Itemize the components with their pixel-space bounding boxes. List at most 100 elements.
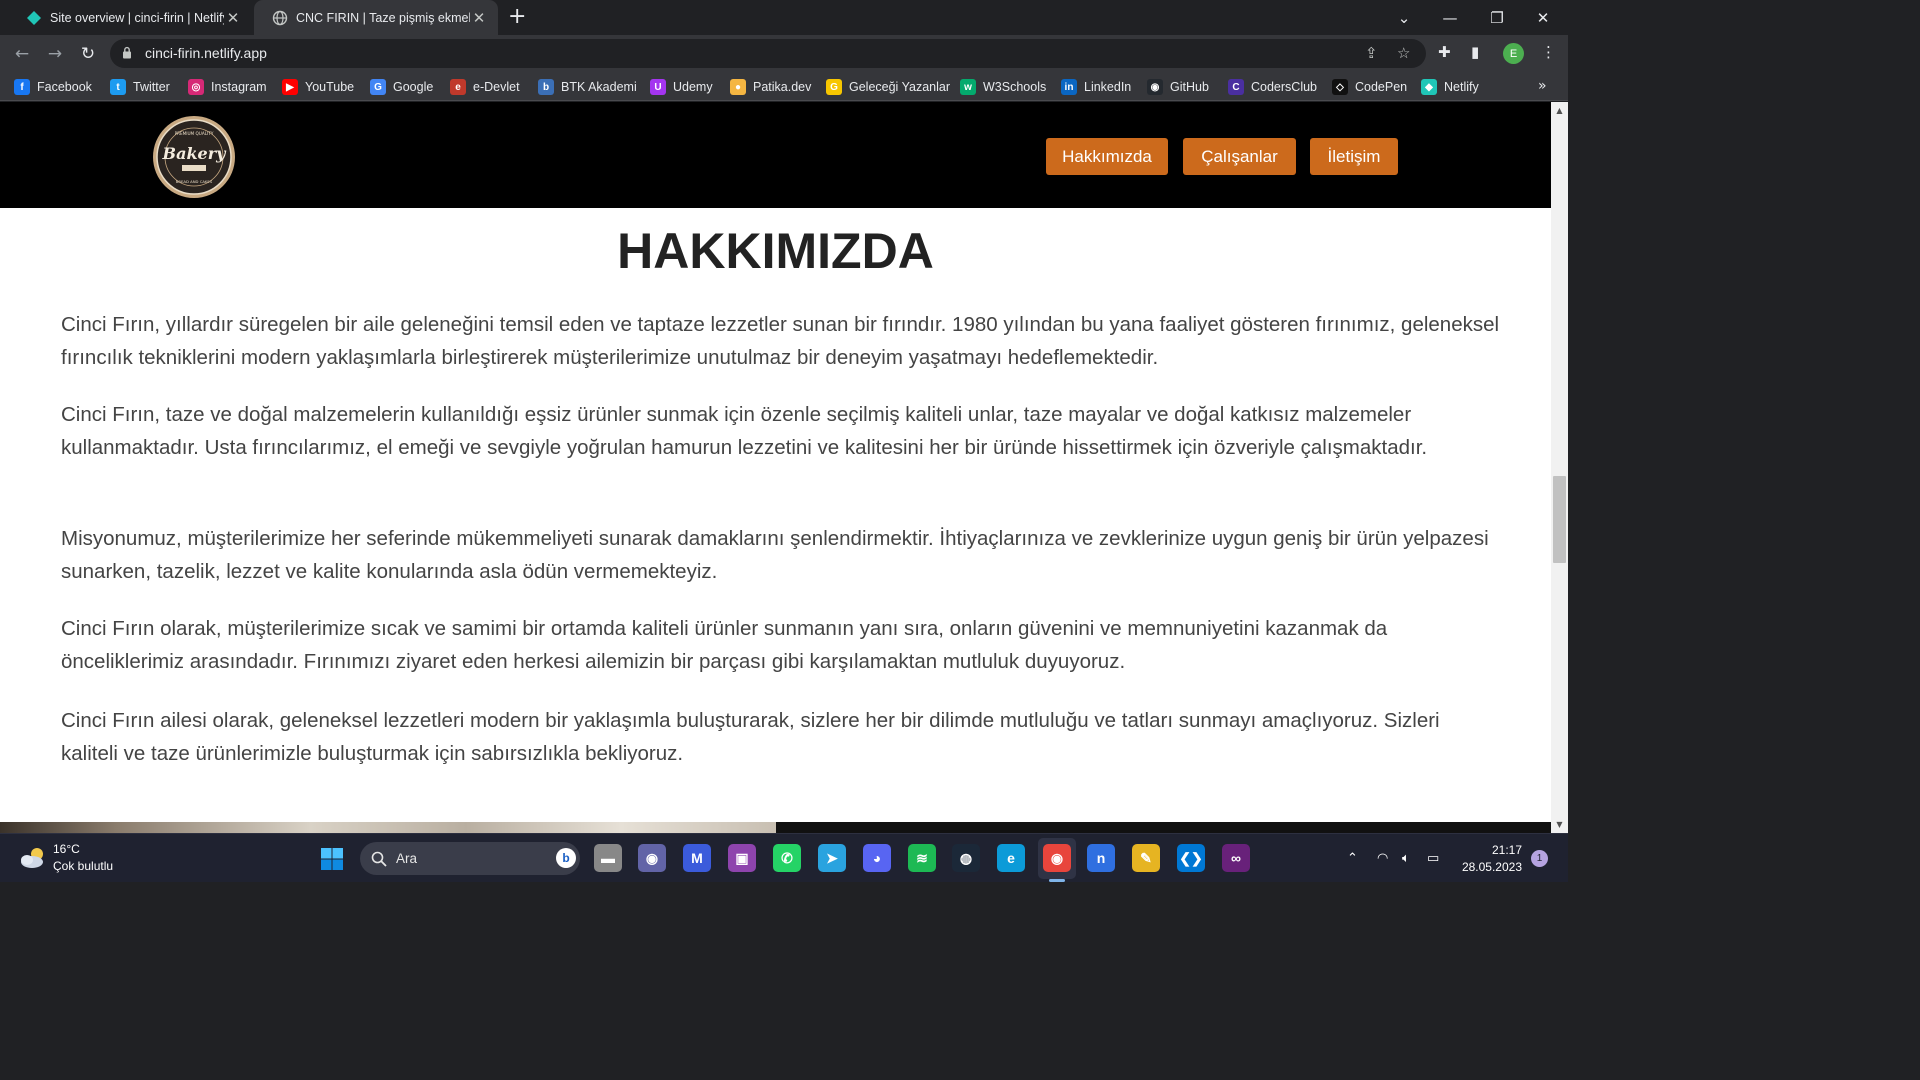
address-bar[interactable]: cinci-firin.netlify.app ⇪ ☆ bbox=[110, 39, 1426, 68]
file-explorer-icon[interactable]: ▬ bbox=[594, 844, 622, 872]
bookmark-label: Twitter bbox=[133, 80, 170, 94]
patika-icon: ● bbox=[730, 79, 746, 95]
close-tab-icon[interactable]: ✕ bbox=[470, 9, 488, 27]
about-paragraph-2: Cinci Fırın, taze ve doğal malzemelerin … bbox=[61, 403, 1428, 459]
share-icon[interactable]: ⇪ bbox=[1365, 44, 1378, 62]
chrome-icon[interactable]: ◉ bbox=[1043, 844, 1071, 872]
bookmark-label: W3Schools bbox=[983, 80, 1047, 94]
bookmark-label: Google bbox=[393, 80, 434, 94]
bookmark-patika-dev[interactable]: ● Patika.dev bbox=[730, 78, 811, 96]
bakery-logo[interactable]: PREMIUM QUALITY Bakery BREAD AND CAKES bbox=[152, 115, 236, 199]
paint-icon[interactable]: ✎ bbox=[1132, 844, 1160, 872]
bookmark-btk-akademi[interactable]: b BTK Akademi bbox=[538, 78, 637, 96]
restore-icon[interactable]: ❐ bbox=[1474, 0, 1520, 35]
weather-temperature[interactable]: 16°C bbox=[53, 842, 80, 856]
bookmark-geleceği-yazanlar[interactable]: G Geleceği Yazanlar bbox=[826, 78, 950, 96]
nav-iletisim-button[interactable]: İletişim bbox=[1310, 138, 1398, 175]
more-bookmarks-icon[interactable]: » bbox=[1538, 78, 1547, 94]
clock[interactable]: 21:17 28.05.2023 bbox=[1460, 842, 1522, 876]
codersclub-icon: C bbox=[1228, 79, 1244, 95]
browser-toolbar: ← → ↻ cinci-firin.netlify.app ⇪ ☆ ✚ ▮ E … bbox=[0, 35, 1568, 72]
lock-icon bbox=[123, 46, 131, 59]
bookmark-udemy[interactable]: U Udemy bbox=[650, 78, 713, 96]
tab-title: Site overview | cinci-firin | Netlify bbox=[50, 10, 224, 25]
discord-icon[interactable]: ◕ bbox=[863, 844, 891, 872]
spotify-icon[interactable]: ≋ bbox=[908, 844, 936, 872]
bookmark-netlify[interactable]: ◆ Netlify bbox=[1421, 78, 1479, 96]
tab-search-chevron-icon[interactable]: ⌄ bbox=[1381, 0, 1427, 35]
bookmark-google[interactable]: G Google bbox=[370, 78, 433, 96]
profile-avatar[interactable]: E bbox=[1503, 43, 1524, 64]
bookmark-github[interactable]: ◉ GitHub bbox=[1147, 78, 1209, 96]
visual-studio-icon[interactable]: ∞ bbox=[1222, 844, 1250, 872]
clock-time: 21:17 bbox=[1491, 843, 1522, 857]
bookmark-label: Netlify bbox=[1444, 80, 1479, 94]
vscode-icon[interactable]: ❮❯ bbox=[1177, 844, 1205, 872]
udemy-icon: U bbox=[650, 79, 666, 95]
bookmark-w3schools[interactable]: w W3Schools bbox=[960, 78, 1046, 96]
bing-icon[interactable]: b bbox=[556, 848, 576, 868]
web-page: PREMIUM QUALITY Bakery BREAD AND CAKES H… bbox=[0, 102, 1551, 833]
battery-icon[interactable]: ▭ bbox=[1427, 851, 1439, 866]
nav-calisanlar-button[interactable]: Çalışanlar bbox=[1183, 138, 1296, 175]
weather-description[interactable]: Çok bulutlu bbox=[53, 859, 113, 873]
nav-hakkimizda-button[interactable]: Hakkımızda bbox=[1046, 138, 1168, 175]
bookmark-codepen[interactable]: ◇ CodePen bbox=[1332, 78, 1407, 96]
scrollbar-thumb[interactable] bbox=[1553, 476, 1566, 563]
bookmark-label: CodersClub bbox=[1251, 80, 1318, 94]
cloudy-weather-icon[interactable] bbox=[18, 846, 48, 870]
codepen-icon: ◇ bbox=[1332, 79, 1348, 95]
notification-badge[interactable]: 1 bbox=[1531, 850, 1548, 867]
more-menu-icon[interactable]: ⋮ bbox=[1541, 43, 1556, 61]
extensions-puzzle-icon[interactable]: ✚ bbox=[1438, 43, 1451, 61]
steam-icon[interactable]: ◍ bbox=[952, 844, 980, 872]
bookmark-star-icon[interactable]: ☆ bbox=[1397, 44, 1410, 62]
about-paragraph-4: Cinci Fırın olarak, müşterilerimize sıca… bbox=[61, 617, 1388, 673]
whatsapp-icon[interactable]: ✆ bbox=[773, 844, 801, 872]
tab-netlify-overview[interactable]: Site overview | cinci-firin | Netlify ✕ bbox=[8, 0, 252, 35]
e-devlet-icon: e bbox=[450, 79, 466, 95]
logo-brand-text: Bakery bbox=[162, 144, 228, 163]
taskbar-search[interactable]: Ara b bbox=[360, 842, 580, 875]
side-panel-icon[interactable]: ▮ bbox=[1471, 43, 1479, 61]
clipchamp-icon[interactable]: M bbox=[683, 844, 711, 872]
linkedin-icon: in bbox=[1061, 79, 1077, 95]
about-paragraph-3: Misyonumuz, müşterilerimize her seferind… bbox=[61, 527, 1489, 583]
bookmark-e-devlet[interactable]: e e-Devlet bbox=[450, 78, 520, 96]
reload-icon[interactable]: ↻ bbox=[76, 42, 100, 66]
edge-icon[interactable]: e bbox=[997, 844, 1025, 872]
bookmark-youtube[interactable]: ▶ YouTube bbox=[282, 78, 354, 96]
scroll-up-arrow-icon[interactable]: ▲ bbox=[1551, 106, 1568, 115]
bookmark-twitter[interactable]: t Twitter bbox=[110, 78, 170, 96]
bookmark-label: Instagram bbox=[211, 80, 267, 94]
telegram-icon[interactable]: ➤ bbox=[818, 844, 846, 872]
close-window-icon[interactable]: ✕ bbox=[1520, 0, 1566, 35]
video-editor-icon[interactable]: ▣ bbox=[728, 844, 756, 872]
volume-muted-icon[interactable]: 🔈︎ bbox=[1402, 851, 1410, 866]
notion-icon[interactable]: n bbox=[1087, 844, 1115, 872]
tab-strip: Site overview | cinci-firin | Netlify ✕ … bbox=[0, 0, 1568, 35]
scrollbar-track[interactable] bbox=[1551, 102, 1568, 833]
bookmark-codersclub[interactable]: C CodersClub bbox=[1228, 78, 1317, 96]
wifi-icon[interactable]: ◠ bbox=[1377, 851, 1388, 866]
gelecegi-yazanlar-icon: G bbox=[826, 79, 842, 95]
logo-bottom-text: BREAD AND CAKES bbox=[176, 179, 213, 184]
github-icon: ◉ bbox=[1147, 79, 1163, 95]
new-tab-plus-icon[interactable]: + bbox=[508, 5, 526, 29]
close-tab-icon[interactable]: ✕ bbox=[224, 9, 242, 27]
url-text[interactable]: cinci-firin.netlify.app bbox=[145, 45, 267, 61]
teams-icon[interactable]: ◉ bbox=[638, 844, 666, 872]
bookmark-linkedin[interactable]: in LinkedIn bbox=[1061, 78, 1131, 96]
forward-arrow-icon[interactable]: → bbox=[43, 42, 67, 66]
bookmark-label: Patika.dev bbox=[753, 80, 812, 94]
show-hidden-icons-chevron-icon[interactable]: ⌃ bbox=[1347, 851, 1358, 866]
minimize-icon[interactable]: — bbox=[1427, 0, 1473, 35]
bookmark-label: YouTube bbox=[305, 80, 355, 94]
back-arrow-icon[interactable]: ← bbox=[10, 42, 34, 66]
scroll-down-arrow-icon[interactable]: ▼ bbox=[1551, 820, 1568, 829]
tab-cnc-firin[interactable]: CNC FIRIN | Taze pişmiş ekmekler ✕ bbox=[254, 0, 498, 35]
google-icon: G bbox=[370, 79, 386, 95]
bookmark-facebook[interactable]: f Facebook bbox=[14, 78, 92, 96]
bookmark-instagram[interactable]: ◎ Instagram bbox=[188, 78, 267, 96]
windows-start-icon[interactable] bbox=[320, 847, 344, 871]
